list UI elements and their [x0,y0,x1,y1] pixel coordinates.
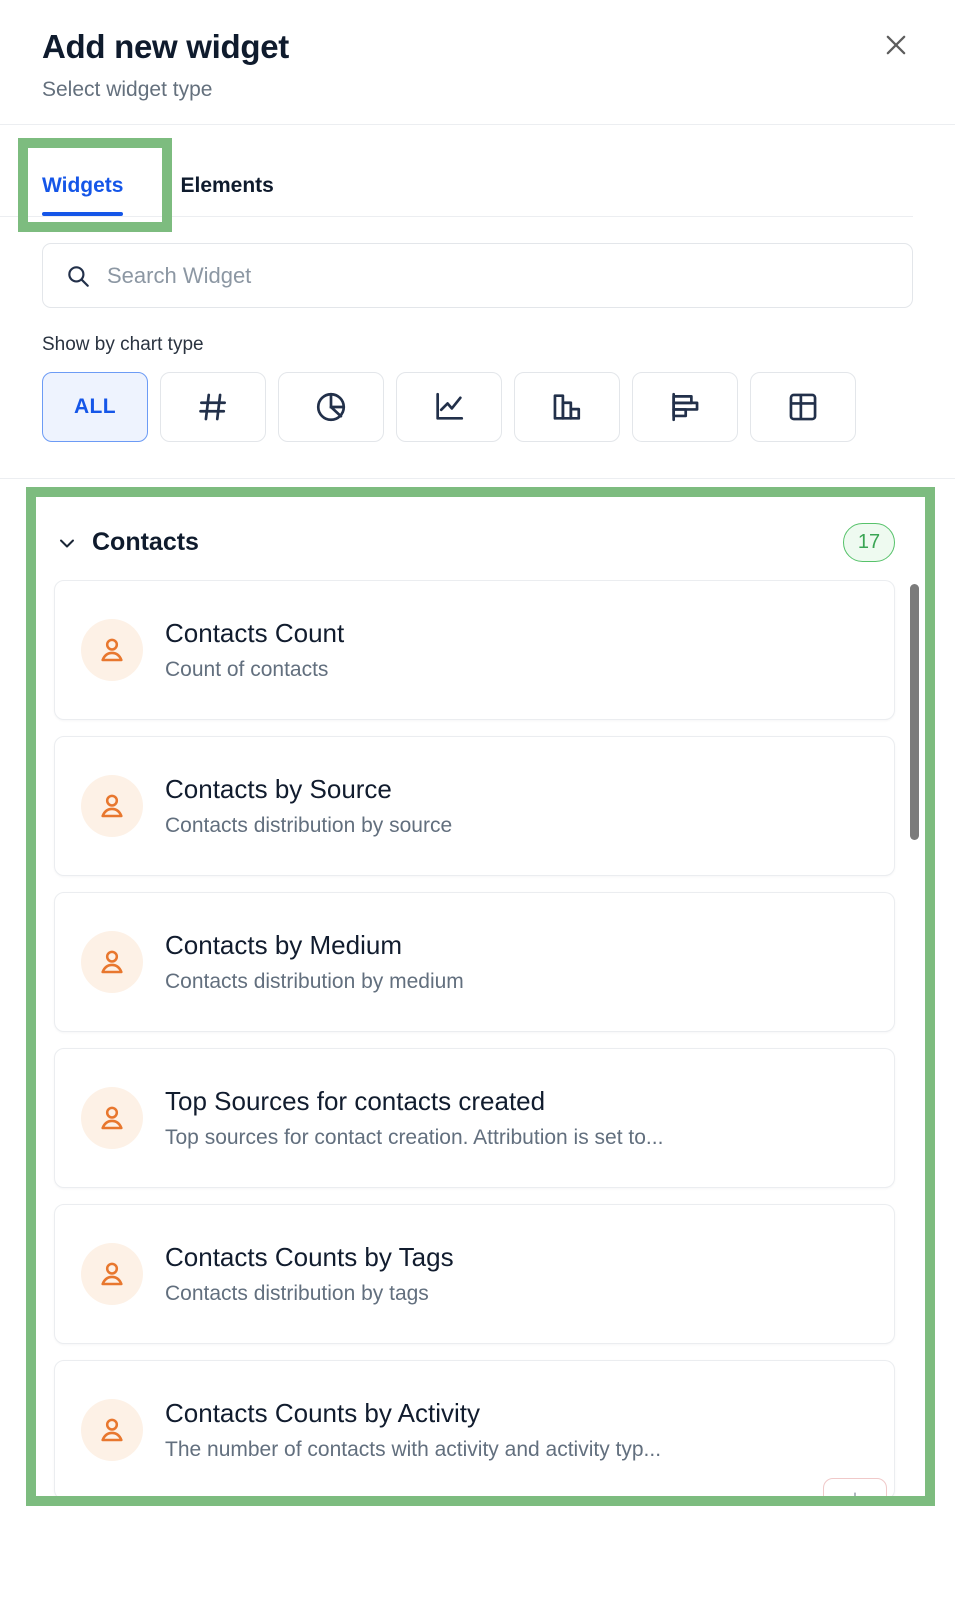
chart-type-table-button[interactable] [750,372,856,443]
list-item-title: Contacts Counts by Tags [165,1241,454,1272]
tab-widgets-label: Widgets [42,174,124,198]
group-header-contacts[interactable]: Contacts 17 [36,497,925,580]
chart-type-bar-button[interactable] [632,372,738,443]
search-area [0,217,955,309]
chart-type-number-button[interactable] [160,372,266,443]
chart-type-line-button[interactable] [396,372,502,443]
chart-type-filter-row: ALL [0,372,955,443]
tab-elements[interactable]: Elements [180,174,273,216]
filter-label: Show by chart type [42,334,204,356]
list-item-description: Top sources for contact creation. Attrib… [165,1126,664,1150]
widget-list: Contacts Count Count of contacts Contact… [36,580,925,1497]
tab-widgets[interactable]: Widgets [42,174,124,217]
list-item-texts: Contacts Counts by Activity The number o… [165,1397,661,1464]
list-item-texts: Top Sources for contacts created Top sou… [165,1085,663,1152]
scroll-down-button[interactable] [823,1478,887,1497]
list-item-description: Count of contacts [165,658,329,682]
search-icon [65,263,91,289]
page-title: Add new widget [42,28,289,65]
status-badge: 17 [843,523,895,563]
list-item-title: Top Sources for contacts created [165,1085,546,1116]
list-item-texts: Contacts Count Count of contacts [165,617,344,684]
list-item-title: Contacts by Source [165,773,392,804]
list-item-title: Contacts Count [165,617,345,648]
chart-type-all-label: ALL [73,395,117,419]
list-item-title: Contacts by Medium [165,929,402,960]
arrow-down-icon [844,1489,866,1497]
chart-type-all-button[interactable]: ALL [42,372,148,443]
list-item[interactable]: Contacts Count Count of contacts [54,580,895,721]
line-chart-icon [432,390,466,424]
search-input[interactable] [107,262,890,289]
list-item-description: The number of contacts with activity and… [165,1438,662,1462]
dialog-header: Add new widget Select widget type [0,0,955,126]
chart-type-column-button[interactable] [514,372,620,443]
pie-chart-icon [314,390,348,424]
list-item[interactable]: Contacts Counts by Activity The number o… [54,1360,895,1497]
list-item-texts: Contacts by Medium Contacts distribution… [165,929,464,996]
list-item[interactable]: Contacts by Source Contacts distribution… [54,736,895,877]
tabs-bar: Widgets Elements [0,125,955,233]
search-box[interactable] [42,243,913,309]
contact-person-icon [81,1399,143,1462]
list-item[interactable]: Contacts by Medium Contacts distribution… [54,892,895,1033]
results-inner: Contacts 17 Contacts Count Count of cont… [36,497,925,1497]
dialog-subtitle: Select widget type [42,77,213,101]
list-item-description: Contacts distribution by tags [165,1282,429,1306]
list-item-texts: Contacts by Source Contacts distribution… [165,773,452,840]
tab-elements-label: Elements [180,174,274,198]
contact-person-icon [81,1087,143,1150]
close-icon [882,31,910,59]
hash-icon [196,390,230,424]
contact-person-icon [81,619,143,682]
group-title: Contacts [92,528,199,557]
list-item-texts: Contacts Counts by Tags Contacts distrib… [165,1241,454,1308]
list-item[interactable]: Contacts Counts by Tags Contacts distrib… [54,1204,895,1345]
tab-list: Widgets Elements [0,125,913,218]
contact-person-icon [81,931,143,994]
chevron-down-icon[interactable] [54,530,80,556]
chart-type-pie-button[interactable] [278,372,384,443]
list-item-description: Contacts distribution by medium [165,970,464,994]
table-icon [786,390,820,424]
list-item[interactable]: Top Sources for contacts created Top sou… [54,1048,895,1189]
results-panel: Contacts 17 Contacts Count Count of cont… [0,479,955,1524]
close-button[interactable] [879,28,913,62]
contact-person-icon [81,1243,143,1306]
list-item-description: Contacts distribution by source [165,814,453,838]
bar-chart-icon [668,390,702,424]
scrollbar-thumb[interactable] [910,584,919,841]
contact-person-icon [81,775,143,838]
list-item-title: Contacts Counts by Activity [165,1397,481,1428]
scrollbar[interactable] [910,584,919,1494]
column-chart-icon [550,390,584,424]
